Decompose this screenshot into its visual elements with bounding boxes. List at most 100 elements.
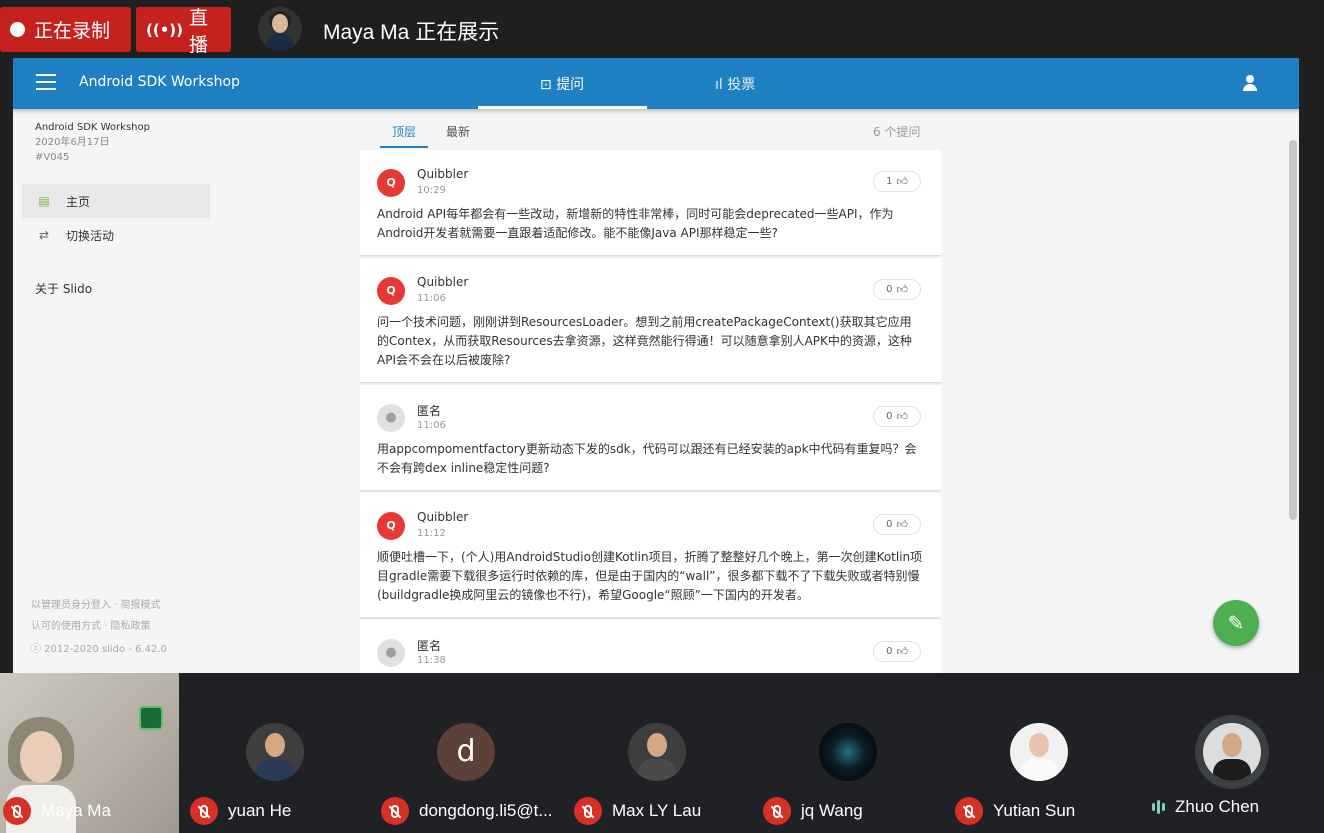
question-card: ● 匿名 11:06 0 👍︎ 用appcompomentfactory更新动态下… bbox=[360, 385, 941, 490]
participant-name: Maya Ma bbox=[41, 801, 111, 820]
tab-polls[interactable]: ıl 投票 bbox=[715, 74, 755, 94]
ask-question-fab[interactable]: ✎ bbox=[1213, 600, 1259, 646]
mic-off-icon bbox=[574, 797, 602, 825]
presenter-status: Maya Ma 正在展示 bbox=[323, 21, 500, 44]
bar-chart-icon: ıl bbox=[715, 77, 728, 93]
event-title: Android SDK Workshop bbox=[79, 74, 240, 90]
question-time: 11:06 bbox=[417, 420, 446, 431]
like-count: 0 bbox=[886, 646, 893, 657]
record-dot-icon bbox=[10, 22, 25, 37]
participant-label: Max LY Lau bbox=[574, 797, 701, 825]
question-time: 10:29 bbox=[417, 185, 446, 196]
event-code: #V045 bbox=[35, 152, 70, 163]
like-count: 0 bbox=[886, 411, 893, 422]
hamburger-menu-icon[interactable] bbox=[36, 74, 56, 90]
question-card: Q Quibbler 11:06 0 👍︎ 问一个技术问题，刚刚讲到Resourc… bbox=[360, 258, 941, 382]
footer-login-link[interactable]: 以管理员身分登入 · 简报模式 bbox=[31, 596, 161, 611]
participant-label: Zhuo Chen bbox=[1152, 797, 1259, 817]
like-button[interactable]: 1 👍︎ bbox=[873, 171, 921, 192]
author-avatar: Q bbox=[377, 512, 405, 540]
slido-app-bar: Android SDK Workshop ⊡ 提问 ıl 投票 bbox=[13, 58, 1299, 109]
tab-top[interactable]: 顶层 bbox=[392, 123, 416, 140]
thumbs-up-icon: 👍︎ bbox=[896, 175, 908, 188]
participant-avatar: d bbox=[437, 723, 495, 781]
question-card: ● 匿名 11:38 0 👍︎ bbox=[360, 620, 941, 673]
sort-tab-indicator bbox=[380, 146, 428, 148]
sidebar-item-home[interactable]: ▤ 主页 bbox=[22, 184, 210, 218]
event-date: 2020年6月17日 bbox=[35, 137, 110, 148]
about-slido-link[interactable]: 关于 Slido bbox=[35, 280, 92, 297]
like-button[interactable]: 0 👍︎ bbox=[873, 406, 921, 427]
participants-strip: Maya Ma yuan He d dongdong.li5@t... Max … bbox=[0, 673, 1324, 833]
live-stream-button[interactable]: ((•)) 直播 bbox=[136, 7, 231, 56]
broadcast-icon: ((•)) bbox=[146, 20, 184, 39]
participant-label: Maya Ma bbox=[3, 797, 111, 825]
mic-off-icon bbox=[3, 797, 31, 825]
self-video-tile[interactable]: Maya Ma bbox=[0, 673, 179, 833]
question-author: 匿名 bbox=[417, 639, 442, 653]
like-button[interactable]: 0 👍︎ bbox=[873, 279, 921, 300]
question-card: Q Quibbler 10:29 1 👍︎ Android API每年都会有一些改… bbox=[360, 150, 941, 255]
page-scrollbar[interactable] bbox=[1289, 140, 1297, 520]
question-author: Quibbler bbox=[417, 275, 469, 289]
like-count: 0 bbox=[886, 284, 893, 295]
question-time: 11:06 bbox=[417, 293, 446, 304]
question-author: 匿名 bbox=[417, 404, 442, 418]
screen-left-margin bbox=[0, 58, 13, 673]
question-time: 11:12 bbox=[417, 528, 446, 539]
participant-tile[interactable]: Max LY Lau bbox=[570, 673, 760, 833]
hexagon-logo-icon bbox=[139, 706, 163, 730]
participant-name: yuan He bbox=[228, 801, 292, 820]
anonymous-user-icon: ● bbox=[377, 404, 405, 432]
sidebar-item-label: 切换活动 bbox=[66, 228, 115, 243]
participant-name: Max LY Lau bbox=[612, 801, 702, 820]
question-author: Quibbler bbox=[417, 510, 469, 524]
sidebar-item-switch-event[interactable]: ⇄ 切换活动 bbox=[22, 218, 210, 252]
edit-icon: ✎ bbox=[1227, 611, 1245, 635]
meeting-top-bar: 正在录制 ((•)) 直播 Maya Ma 正在展示 bbox=[0, 0, 1324, 58]
participant-label: dongdong.li5@t... bbox=[381, 797, 553, 825]
question-feed: Q Quibbler 10:29 1 👍︎ Android API每年都会有一些改… bbox=[360, 150, 941, 673]
participant-tile[interactable]: jq Wang bbox=[761, 673, 951, 833]
participant-tile[interactable]: Zhuo Chen bbox=[1144, 673, 1324, 833]
mic-off-icon bbox=[955, 797, 983, 825]
question-card: Q Quibbler 11:12 0 👍︎ 顺便吐槽一下，(个人)用Android… bbox=[360, 493, 941, 617]
question-text: 问一个技术问题，刚刚讲到ResourcesLoader。想到之前用createP… bbox=[377, 315, 912, 367]
like-button[interactable]: 0 👍︎ bbox=[873, 641, 921, 662]
thumbs-up-icon: 👍︎ bbox=[896, 283, 908, 296]
footer-terms-link[interactable]: 认可的使用方式 · 隐私政策 bbox=[31, 617, 151, 632]
participant-avatar bbox=[1010, 723, 1068, 781]
like-count: 0 bbox=[886, 519, 893, 530]
tab-newest[interactable]: 最新 bbox=[446, 123, 470, 140]
participant-name: jq Wang bbox=[801, 801, 863, 820]
thumbs-up-icon: 👍︎ bbox=[896, 410, 908, 423]
user-icon[interactable] bbox=[1242, 75, 1258, 91]
participant-name: dongdong.li5@t... bbox=[419, 801, 553, 820]
like-count: 1 bbox=[886, 176, 893, 187]
like-button[interactable]: 0 👍︎ bbox=[873, 514, 921, 535]
question-text: 用appcompomentfactory更新动态下发的sdk，代码可以跟还有已经… bbox=[377, 442, 917, 475]
participant-label: jq Wang bbox=[763, 797, 863, 825]
tab-questions-label: 提问 bbox=[556, 77, 585, 93]
recording-label: 正在录制 bbox=[34, 20, 111, 42]
swap-arrows-icon: ⇄ bbox=[38, 228, 50, 242]
participant-tile[interactable]: Yutian Sun bbox=[952, 673, 1142, 833]
participant-tile[interactable]: d dongdong.li5@t... bbox=[378, 673, 568, 833]
active-tab-indicator bbox=[478, 106, 647, 109]
mic-off-icon bbox=[763, 797, 791, 825]
thumbs-up-icon: 👍︎ bbox=[896, 518, 908, 531]
shared-screen: Android SDK Workshop ⊡ 提问 ıl 投票 Android … bbox=[13, 58, 1299, 673]
tab-questions[interactable]: ⊡ 提问 bbox=[540, 74, 584, 94]
participant-label: yuan He bbox=[190, 797, 291, 825]
participant-avatar bbox=[628, 723, 686, 781]
participant-tile[interactable]: yuan He bbox=[186, 673, 376, 833]
participant-avatar bbox=[246, 723, 304, 781]
question-text: Android API每年都会有一些改动，新增新的特性非常棒，同时可能会depr… bbox=[377, 207, 894, 240]
author-avatar: Q bbox=[377, 277, 405, 305]
presenter-avatar bbox=[258, 7, 302, 51]
recording-button[interactable]: 正在录制 bbox=[0, 7, 131, 52]
footer-copyright: ⓒ 2012-2020 slido - 6.42.0 bbox=[31, 644, 167, 655]
participant-avatar bbox=[819, 723, 877, 781]
question-author: Quibbler bbox=[417, 167, 469, 181]
anonymous-user-icon: ● bbox=[377, 639, 405, 667]
